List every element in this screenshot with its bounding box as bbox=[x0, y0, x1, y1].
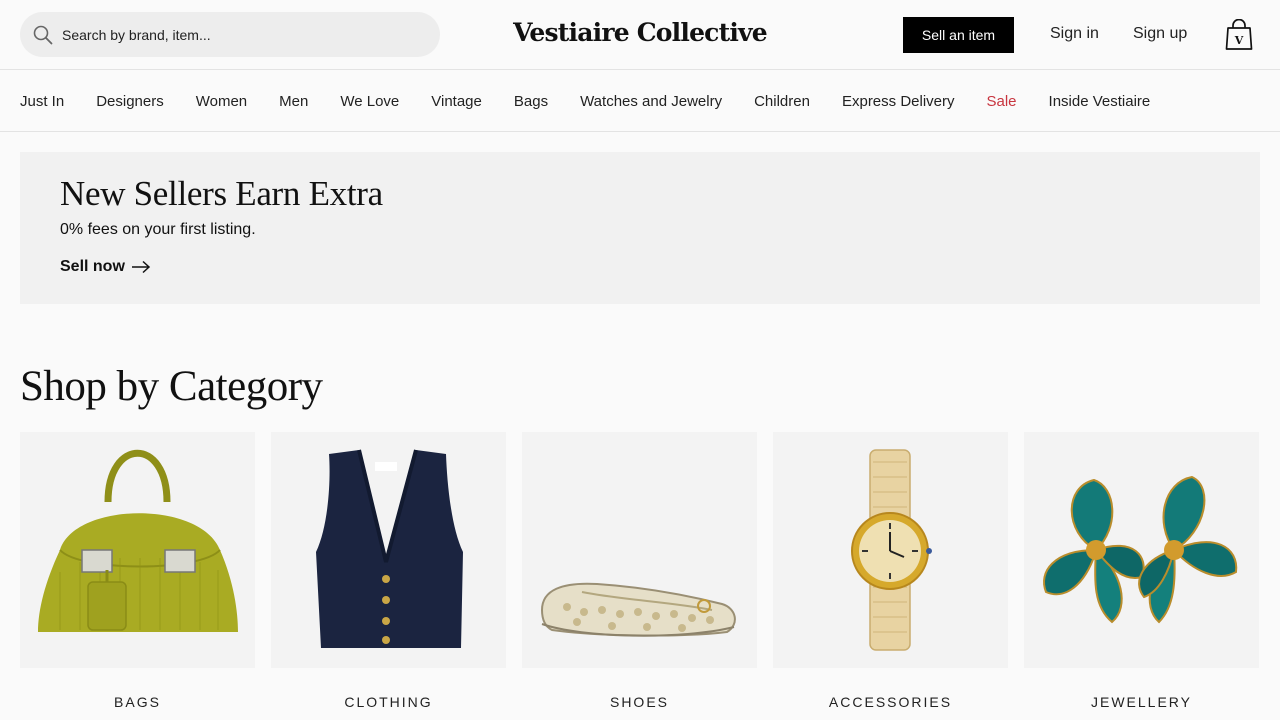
arrow-right-icon bbox=[131, 260, 151, 274]
bag-letter: V bbox=[1234, 34, 1244, 47]
main-nav: Just In Designers Women Men We Love Vint… bbox=[0, 70, 1280, 132]
shop-by-category-title: Shop by Category bbox=[20, 363, 323, 410]
nav-item-designers[interactable]: Designers bbox=[96, 93, 164, 110]
nav-item-vintage[interactable]: Vintage bbox=[431, 93, 482, 110]
category-image bbox=[20, 432, 255, 668]
category-image bbox=[773, 432, 1008, 668]
promo-banner: New Sellers Earn Extra 0% fees on your f… bbox=[20, 152, 1260, 304]
category-card-shoes[interactable]: SHOES bbox=[522, 432, 757, 720]
nav-item-women[interactable]: Women bbox=[196, 93, 247, 110]
category-label: ACCESSORIES bbox=[828, 694, 953, 710]
category-image bbox=[271, 432, 506, 668]
sign-in-link[interactable]: Sign in bbox=[1050, 25, 1099, 43]
nav-item-express-delivery[interactable]: Express Delivery bbox=[842, 93, 955, 110]
earrings-image bbox=[1043, 475, 1238, 624]
sell-now-link[interactable]: Sell now bbox=[60, 258, 151, 276]
ballerina-shoe-image bbox=[540, 582, 736, 637]
nav-item-inside-vestiaire[interactable]: Inside Vestiaire bbox=[1049, 93, 1151, 110]
site-header: Vestiaire Collective Sell an item Sign i… bbox=[0, 0, 1280, 70]
category-card-bags[interactable]: BAGS bbox=[20, 432, 255, 720]
nav-item-just-in[interactable]: Just In bbox=[20, 93, 64, 110]
nav-item-we-love[interactable]: We Love bbox=[340, 93, 399, 110]
nav-item-sale[interactable]: Sale bbox=[987, 93, 1017, 110]
watch-image bbox=[851, 449, 932, 651]
site-logo[interactable]: Vestiaire Collective bbox=[513, 18, 768, 47]
category-image bbox=[522, 432, 757, 668]
sell-now-label: Sell now bbox=[60, 258, 125, 275]
search-icon bbox=[33, 25, 53, 44]
category-card-clothing[interactable]: CLOTHING bbox=[271, 432, 506, 720]
category-card-jewellery[interactable]: JEWELLERY bbox=[1024, 432, 1259, 720]
search-input[interactable] bbox=[62, 26, 402, 43]
page: Vestiaire Collective Sell an item Sign i… bbox=[0, 0, 1280, 720]
nav-item-men[interactable]: Men bbox=[279, 93, 308, 110]
nav-item-bags[interactable]: Bags bbox=[514, 93, 548, 110]
category-image bbox=[1024, 432, 1259, 668]
search-bar[interactable] bbox=[20, 12, 440, 57]
sign-up-link[interactable]: Sign up bbox=[1133, 25, 1187, 43]
nav-item-children[interactable]: Children bbox=[754, 93, 810, 110]
category-card-accessories[interactable]: ACCESSORIES bbox=[773, 432, 1008, 720]
nav-list: Just In Designers Women Men We Love Vint… bbox=[0, 70, 1280, 132]
nav-item-watches-jewelry[interactable]: Watches and Jewelry bbox=[580, 93, 722, 110]
category-label: SHOES bbox=[609, 694, 669, 710]
category-label: CLOTHING bbox=[344, 694, 433, 710]
bag-image bbox=[38, 449, 238, 632]
promo-subtitle: 0% fees on your first listing. bbox=[60, 221, 256, 238]
category-label: BAGS bbox=[114, 694, 161, 710]
category-label: JEWELLERY bbox=[1091, 694, 1192, 710]
vest-image bbox=[316, 449, 463, 648]
shopping-bag-icon[interactable]: V bbox=[1224, 19, 1254, 51]
promo-title: New Sellers Earn Extra bbox=[60, 174, 383, 213]
sell-item-button[interactable]: Sell an item bbox=[903, 17, 1014, 53]
